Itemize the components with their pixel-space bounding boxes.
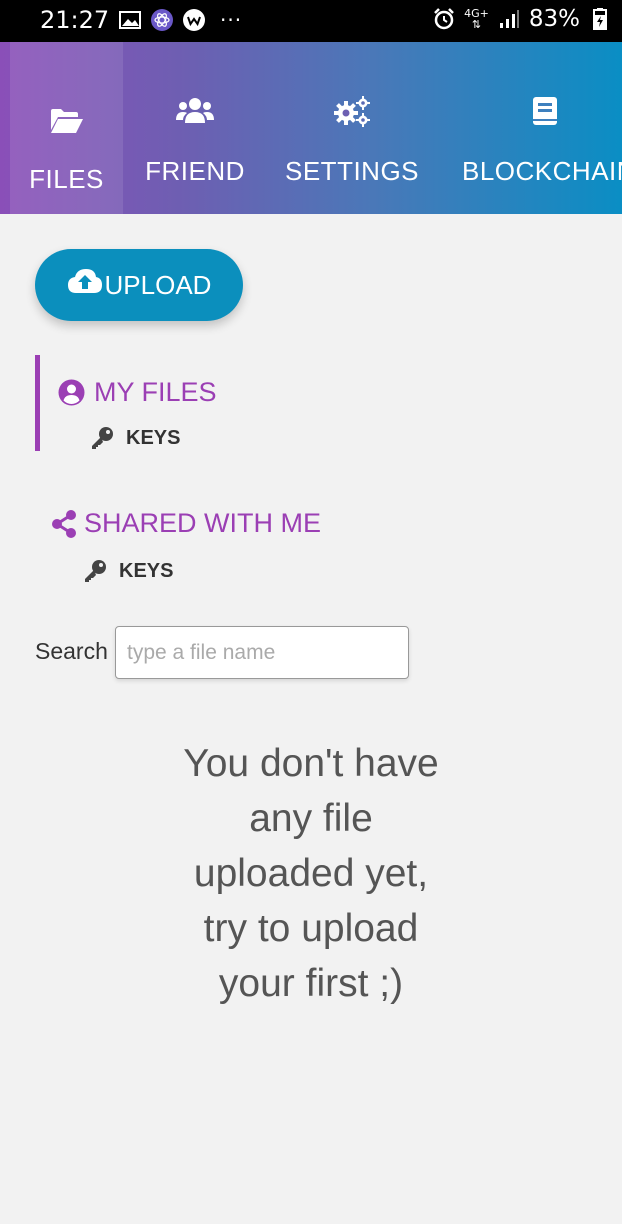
status-bar: 21:27 ··· 4G+ ⇅ 83% bbox=[0, 0, 622, 42]
alarm-icon bbox=[432, 7, 456, 31]
key-icon bbox=[90, 426, 114, 450]
users-icon bbox=[176, 94, 214, 128]
tab-settings[interactable]: SETTINGS bbox=[285, 42, 419, 214]
gallery-icon bbox=[118, 8, 142, 32]
upload-button[interactable]: UPLOAD bbox=[35, 249, 243, 321]
shared-group: SHARED WITH ME KEYS bbox=[35, 508, 355, 583]
shared-with-me-link[interactable]: SHARED WITH ME bbox=[51, 508, 355, 539]
tab-blockchain[interactable]: BLOCKCHAIN bbox=[462, 42, 622, 214]
main-nav: FILES FRIEND SETTINGS BLOCKCHAIN bbox=[0, 42, 622, 214]
empty-message-line: try to upload bbox=[203, 907, 419, 950]
user-circle-icon bbox=[58, 379, 85, 406]
shared-with-me-label: SHARED WITH ME bbox=[84, 508, 322, 538]
empty-message-line: any file bbox=[249, 797, 373, 840]
cogs-icon bbox=[333, 94, 371, 128]
folder-open-icon bbox=[50, 104, 84, 138]
book-icon bbox=[532, 94, 558, 128]
my-files-keys-link[interactable]: KEYS bbox=[90, 426, 335, 450]
share-icon bbox=[51, 509, 77, 538]
notification-icons: ··· bbox=[118, 8, 242, 32]
search-label: Search bbox=[35, 638, 108, 664]
system-icons: 4G+ ⇅ 83% bbox=[432, 6, 612, 32]
app-w-icon bbox=[182, 8, 206, 32]
battery-percent: 83% bbox=[528, 6, 580, 32]
signal-icon bbox=[497, 7, 521, 31]
more-notifications-icon: ··· bbox=[220, 8, 243, 32]
my-files-group: MY FILES KEYS bbox=[35, 355, 335, 451]
app-atom-icon bbox=[150, 8, 174, 32]
network-type: 4G+ ⇅ bbox=[464, 7, 489, 31]
shared-keys-link[interactable]: KEYS bbox=[83, 559, 355, 583]
key-icon bbox=[83, 559, 107, 583]
empty-message-line: your first ;) bbox=[218, 962, 404, 1005]
shared-keys-label: KEYS bbox=[119, 559, 174, 582]
empty-message-line: uploaded yet, bbox=[193, 852, 429, 895]
empty-message-line: You don't have bbox=[183, 742, 439, 785]
battery-charging-icon bbox=[588, 7, 612, 31]
tab-files[interactable]: FILES bbox=[10, 42, 123, 214]
my-files-keys-label: KEYS bbox=[126, 426, 181, 449]
my-files-link[interactable]: MY FILES bbox=[58, 377, 335, 408]
upload-label: UPLOAD bbox=[104, 269, 212, 300]
tab-friend[interactable]: FRIEND bbox=[145, 42, 245, 214]
status-time: 21:27 bbox=[40, 6, 110, 34]
empty-state-message: You don't have any file uploaded yet, tr… bbox=[150, 736, 472, 1011]
search-input[interactable] bbox=[115, 626, 409, 679]
cloud-upload-icon bbox=[67, 268, 103, 294]
my-files-label: MY FILES bbox=[94, 377, 217, 407]
